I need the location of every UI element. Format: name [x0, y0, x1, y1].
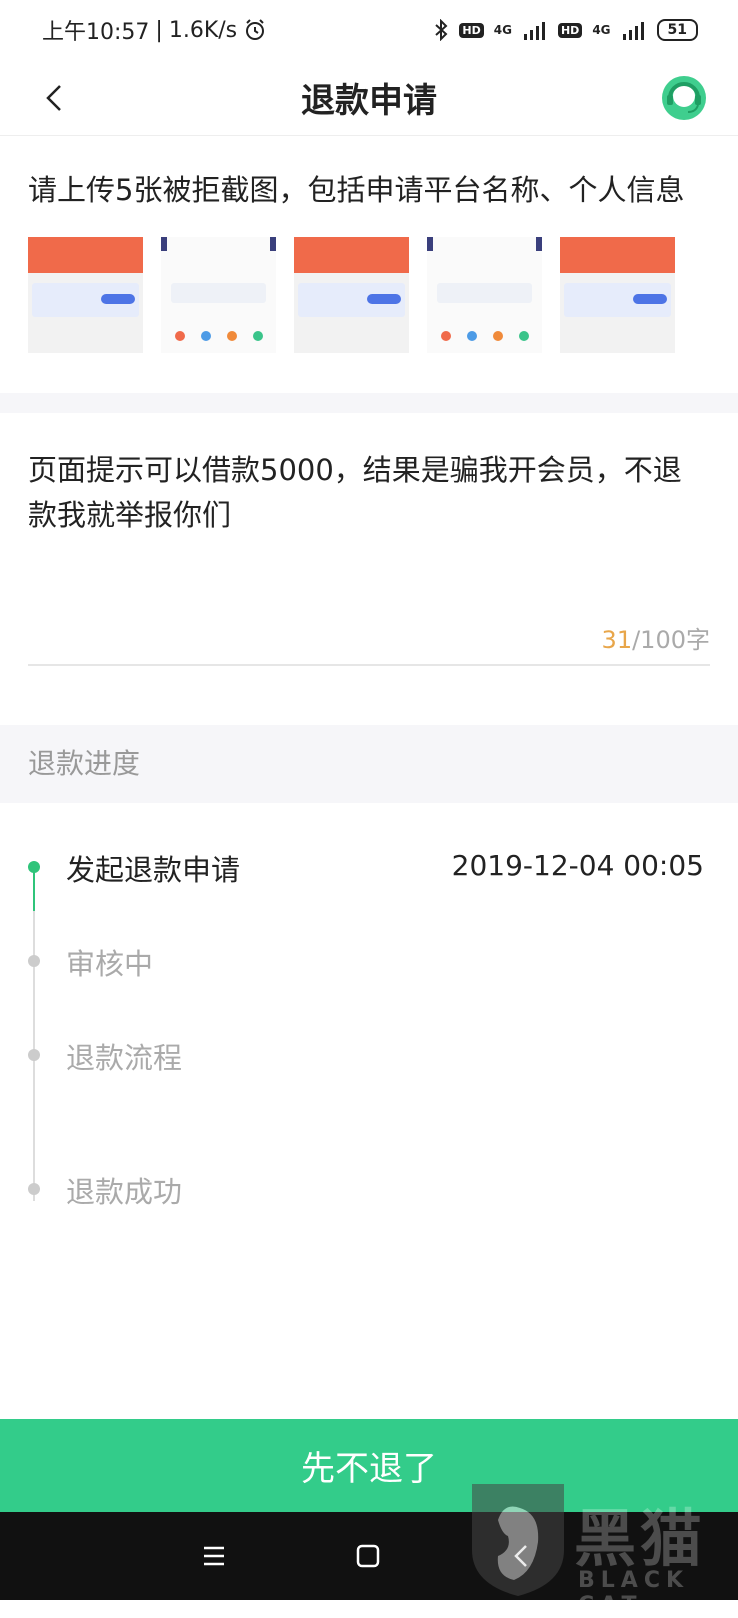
timeline-step-4: 退款成功: [66, 1175, 183, 1209]
black-cat-watermark: 黑猫 BLACK CAT: [464, 1480, 734, 1618]
cat-shield-logo: [472, 1484, 564, 1596]
description-underline: [28, 664, 710, 666]
menu-icon: [204, 1546, 224, 1566]
timeline-dot-3: [28, 1049, 40, 1061]
network-label-1: 4G: [493, 23, 512, 37]
chevron-left-icon: [46, 85, 61, 111]
page-title: 退款申请: [301, 81, 437, 121]
status-time: 上午10:57: [42, 20, 150, 45]
top-bar: 退款申请: [0, 60, 738, 136]
refund-description[interactable]: 页面提示可以借款5000，结果是骗我开会员，不退款我就举报你们: [28, 448, 708, 538]
status-speed: 1.6K/s: [168, 17, 238, 43]
hd-badge-1: HD: [459, 22, 484, 38]
back-button[interactable]: [36, 78, 76, 118]
timeline-step-1: 发起退款申请: [66, 853, 241, 887]
signal-icon-2: [622, 22, 644, 40]
thumbnail-1[interactable]: [28, 237, 143, 353]
progress-header: 退款进度: [0, 725, 738, 803]
status-bar: 上午10:57 | 1.6K/s HD 4G HD 4G 51: [0, 0, 738, 60]
bluetooth-icon: [435, 19, 448, 41]
status-left: 上午10:57 | 1.6K/s: [42, 14, 267, 46]
thumbnail-5[interactable]: [560, 237, 675, 353]
status-separator: |: [155, 17, 163, 43]
timeline-dot-1: [28, 861, 40, 873]
timeline-dot-2: [28, 955, 40, 967]
char-count-max: /100字: [632, 626, 710, 654]
upload-instruction: 请上传5张被拒截图，包括申请平台名称、个人信息: [28, 173, 685, 207]
char-count-current: 31: [601, 626, 633, 654]
thumbnail-4[interactable]: [427, 237, 542, 353]
customer-service-icon: [662, 76, 706, 120]
signal-icon-1: [523, 22, 545, 40]
alarm-icon: [246, 19, 265, 40]
thumbnail-2[interactable]: [161, 237, 276, 353]
refund-timeline: 发起退款申请 2019-12-04 00:05 审核中 退款流程 退款成功: [0, 803, 738, 1423]
screenshot-thumbnails: [28, 237, 675, 353]
upload-section: 请上传5张被拒截图，包括申请平台名称、个人信息: [0, 137, 738, 393]
timeline-line-active: [33, 867, 35, 911]
network-label-2: 4G: [592, 23, 611, 37]
status-right: HD 4G HD 4G 51: [433, 19, 698, 41]
thumbnail-3[interactable]: [294, 237, 409, 353]
section-divider-band: [0, 393, 738, 413]
watermark-text: 黑猫: [574, 1502, 707, 1575]
watermark-subtext: BLACK CAT: [578, 1568, 690, 1618]
timeline-dot-4: [28, 1183, 40, 1195]
char-counter: 31/100字: [602, 620, 710, 655]
square-icon: [356, 1544, 380, 1568]
timeline-step-3: 退款流程: [66, 1041, 183, 1075]
timeline-step-1-time: 2019-12-04 00:05: [451, 849, 704, 882]
timeline-step-2: 审核中: [66, 947, 154, 981]
battery-indicator: 51: [656, 19, 698, 41]
customer-service-button[interactable]: [658, 72, 710, 124]
nav-home-button[interactable]: [346, 1534, 390, 1578]
nav-menu-button[interactable]: [192, 1534, 236, 1578]
hd-badge-2: HD: [557, 22, 583, 38]
